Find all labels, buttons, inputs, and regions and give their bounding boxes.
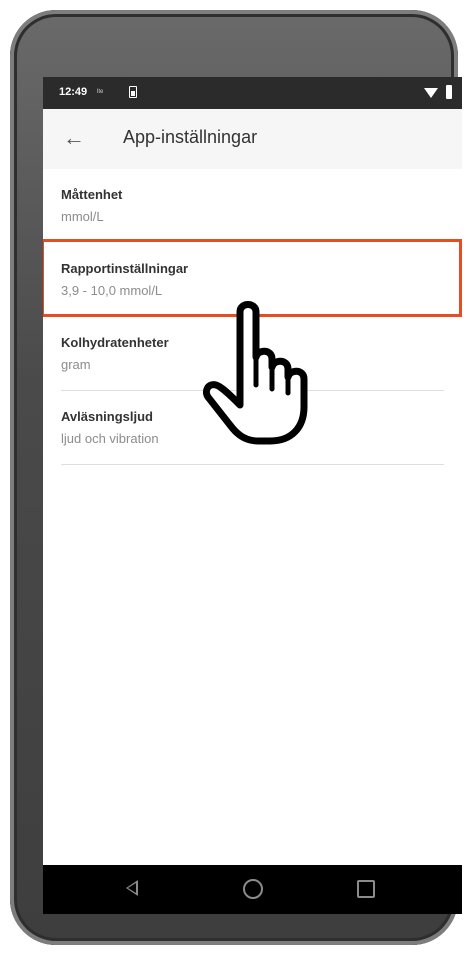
status-mini-text: lte bbox=[97, 89, 104, 95]
setting-value: mmol/L bbox=[61, 209, 104, 224]
phone-frame: 12:49 lte ← App-inställningar Måttenhet … bbox=[10, 10, 462, 945]
back-triangle-icon[interactable] bbox=[126, 880, 138, 896]
status-bar: 12:49 lte bbox=[43, 77, 462, 109]
setting-title: Måttenhet bbox=[61, 187, 123, 202]
setting-item-avlasningsljud[interactable]: Avläsningsljud ljud och vibration bbox=[43, 391, 462, 465]
wifi-icon bbox=[424, 88, 438, 98]
phone-screen: 12:49 lte ← App-inställningar Måttenhet … bbox=[43, 77, 462, 914]
divider bbox=[61, 464, 444, 465]
app-toolbar: ← App-inställningar bbox=[43, 109, 462, 169]
status-time: 12:49 bbox=[59, 86, 88, 98]
setting-item-rapportinstallningar[interactable]: Rapportinställningar 3,9 - 10,0 mmol/L bbox=[43, 243, 462, 317]
setting-value: ljud och vibration bbox=[61, 431, 159, 446]
setting-item-mattenhet[interactable]: Måttenhet mmol/L bbox=[43, 169, 462, 243]
arrow-left-icon[interactable]: ← bbox=[63, 127, 85, 149]
battery-icon bbox=[129, 86, 137, 98]
recents-square-icon[interactable] bbox=[357, 880, 375, 898]
page-title: App-inställningar bbox=[123, 127, 258, 147]
setting-value: gram bbox=[61, 357, 91, 372]
android-nav-bar bbox=[43, 865, 462, 914]
setting-title: Avläsningsljud bbox=[61, 409, 153, 424]
setting-title: Kolhydratenheter bbox=[61, 335, 169, 350]
settings-list: Måttenhet mmol/L Rapportinställningar 3,… bbox=[43, 169, 462, 869]
battery-icon bbox=[446, 85, 452, 99]
setting-title: Rapportinställningar bbox=[61, 261, 189, 276]
home-circle-icon[interactable] bbox=[243, 879, 263, 899]
setting-value: 3,9 - 10,0 mmol/L bbox=[61, 283, 163, 298]
setting-item-kolhydratenheter[interactable]: Kolhydratenheter gram bbox=[43, 317, 462, 391]
